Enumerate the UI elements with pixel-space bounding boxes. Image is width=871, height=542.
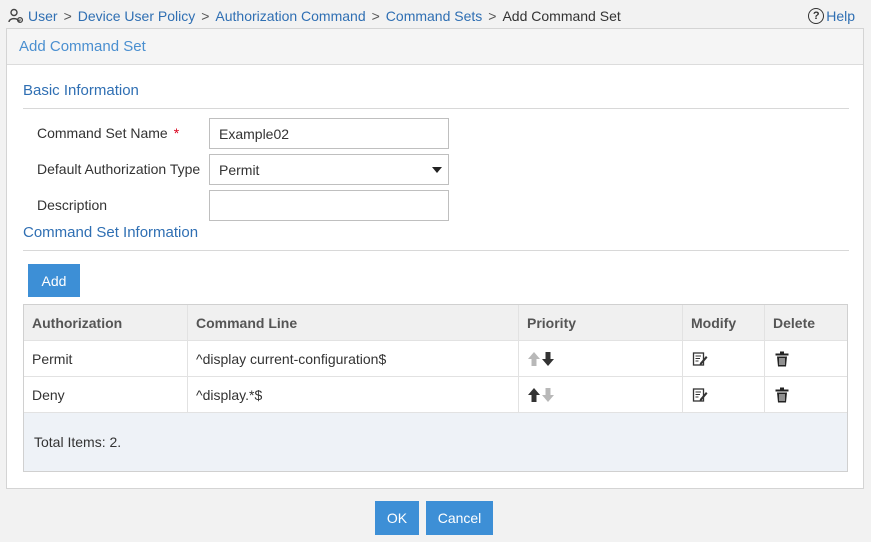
cell-modify [683,341,765,376]
column-modify: Modify [683,305,765,340]
breadcrumb-current: Add Command Set [502,8,621,24]
breadcrumb-authorization-command[interactable]: Authorization Command [215,8,365,24]
breadcrumb-separator: > [488,8,497,24]
cell-priority [519,341,683,376]
table-row: Permit ^display current-configuration$ [24,341,847,377]
edit-icon[interactable] [691,350,709,368]
column-delete: Delete [773,314,816,331]
arrow-up-icon[interactable] [527,387,541,403]
cell-priority [519,377,683,412]
default-authorization-type-label: Default Authorization Type [37,161,201,177]
cell-command-line: ^display.*$ [188,377,519,412]
column-priority[interactable]: Priority [519,305,683,340]
trash-icon[interactable] [773,386,791,404]
table-header: Authorization Command Line Priority Modi… [24,305,847,341]
section-divider [23,108,849,109]
breadcrumb-separator: > [201,8,210,24]
breadcrumb-command-sets[interactable]: Command Sets [386,8,482,24]
command-set-name-label-text: Command Set Name [37,125,168,141]
section-divider [23,250,849,251]
column-command-line[interactable]: Command Line [188,305,519,340]
cell-delete [765,377,847,412]
help-label: Help [826,8,855,24]
breadcrumb-user[interactable]: User [28,8,58,24]
help-link[interactable]: ? Help [808,6,855,26]
cell-authorization: Deny [24,377,188,412]
default-authorization-type-select[interactable]: Permit [209,154,449,185]
cell-delete [765,341,847,376]
basic-info-title: Basic Information [23,82,139,99]
cell-authorization: Permit [24,341,188,376]
description-input[interactable] [209,190,449,221]
add-command-button[interactable]: Add [28,264,80,297]
command-set-name-input[interactable] [209,118,449,149]
column-authorization[interactable]: Authorization [24,305,188,340]
arrow-down-icon [541,387,555,403]
trash-icon[interactable] [773,350,791,368]
table-footer-total: Total Items: 2. [24,413,847,471]
user-gear-icon [8,8,24,24]
command-set-name-label: Command Set Name * [37,118,179,148]
edit-icon[interactable] [691,386,709,404]
caret-down-icon [432,167,442,173]
command-set-info-title: Command Set Information [23,224,199,241]
question-circle-icon: ? [808,8,825,24]
cancel-button[interactable]: Cancel [426,501,493,535]
command-table: Authorization Command Line Priority Modi… [23,304,848,472]
arrow-up-icon [527,351,541,367]
cell-command-line: ^display current-configuration$ [188,341,519,376]
table-row: Deny ^display.*$ [24,377,847,413]
breadcrumb-device-user-policy[interactable]: Device User Policy [78,8,195,24]
cell-modify [683,377,765,412]
breadcrumb-separator: > [63,8,72,24]
selected-type-value: Permit [219,161,260,178]
breadcrumb: User > Device User Policy > Authorizatio… [8,6,621,26]
arrow-down-icon[interactable] [541,351,555,367]
breadcrumb-separator: > [371,8,380,24]
description-label: Description [37,197,108,213]
panel-title: Add Command Set [7,29,863,65]
add-command-set-panel: Add Command Set Basic Information Comman… [6,28,864,489]
ok-button[interactable]: OK [375,501,419,535]
required-mark: * [173,125,180,141]
